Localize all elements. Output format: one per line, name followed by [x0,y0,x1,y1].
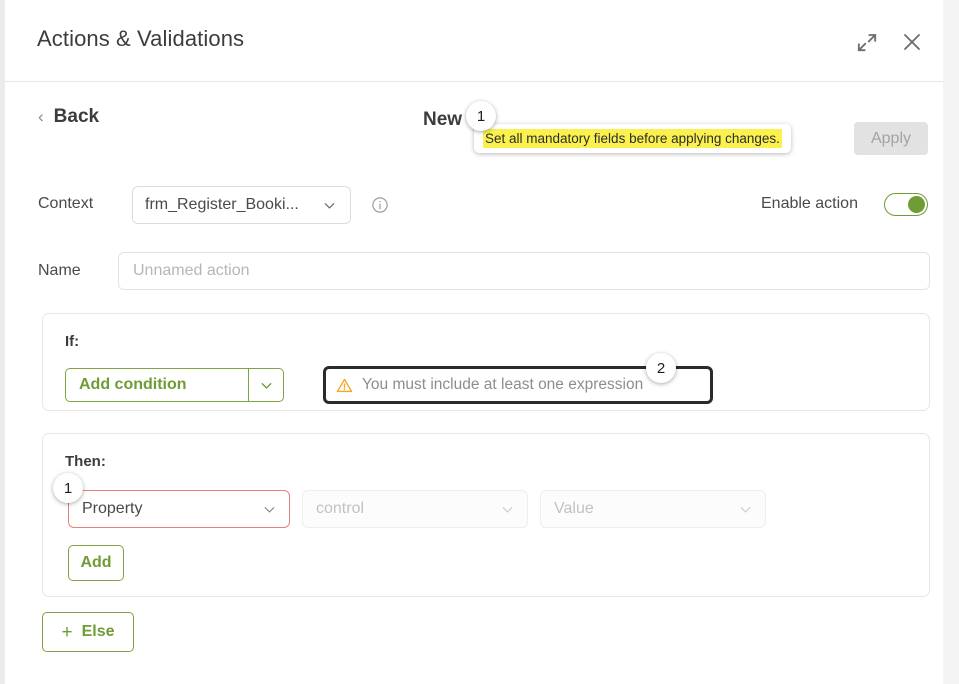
control-select[interactable]: control [302,490,528,528]
annotation-badge-1-apply: 1 [466,101,496,131]
apply-button[interactable]: Apply [854,122,928,155]
back-button-label: Back [53,106,100,127]
chevron-down-icon[interactable] [248,369,283,401]
add-else-button-label: Else [81,623,115,640]
right-edge-strip [943,0,959,684]
plus-icon: + [61,621,73,643]
control-select-placeholder: control [316,500,365,517]
expand-icon[interactable] [853,28,881,56]
context-row: Context frm_Register_Booki... Enable act… [5,184,943,230]
expression-warning-text: You must include at least one expression [362,376,644,393]
if-legend: If: [65,333,80,350]
annotation-badge-1-property: 1 [53,473,83,503]
property-select-value: Property [82,500,143,517]
enable-action-toggle[interactable] [884,193,928,216]
mandatory-fields-tooltip: Set all mandatory fields before applying… [474,124,791,153]
toggle-knob [908,196,925,213]
name-label: Name [38,262,81,279]
add-else-button[interactable]: + Else [42,612,134,652]
annotation-badge-2-expression: 2 [646,353,676,383]
value-select[interactable]: Value [540,490,766,528]
chevron-down-icon [321,197,338,214]
context-label: Context [38,195,94,212]
if-card: If: Add condition You must include at le… [42,313,930,411]
chevron-left-icon: ‹ [38,107,44,126]
context-select[interactable]: frm_Register_Booki... [132,186,351,224]
chevron-down-icon [737,501,754,518]
actions-validations-window: Actions & Validations ‹ Back New Apply S… [5,0,943,684]
info-icon[interactable] [371,196,389,214]
then-legend: Then: [65,453,106,470]
warning-triangle-icon [336,377,353,394]
close-icon[interactable] [898,28,926,56]
back-button[interactable]: ‹ Back [38,106,99,128]
value-select-placeholder: Value [554,500,594,517]
add-condition-button[interactable]: Add condition [66,369,248,401]
name-input[interactable] [118,252,930,290]
window-titlebar: Actions & Validations [5,0,943,82]
mandatory-fields-tooltip-text: Set all mandatory fields before applying… [483,129,782,148]
new-action-title: New [423,109,463,130]
chevron-down-icon [499,501,516,518]
property-select[interactable]: Property [68,490,290,528]
page-title: Actions & Validations [37,26,245,51]
context-select-value: frm_Register_Booki... [145,196,299,213]
enable-action-label: Enable action [761,195,858,212]
add-button[interactable]: Add [68,545,124,581]
chevron-down-icon [261,501,278,518]
add-condition-group: Add condition [65,368,284,402]
